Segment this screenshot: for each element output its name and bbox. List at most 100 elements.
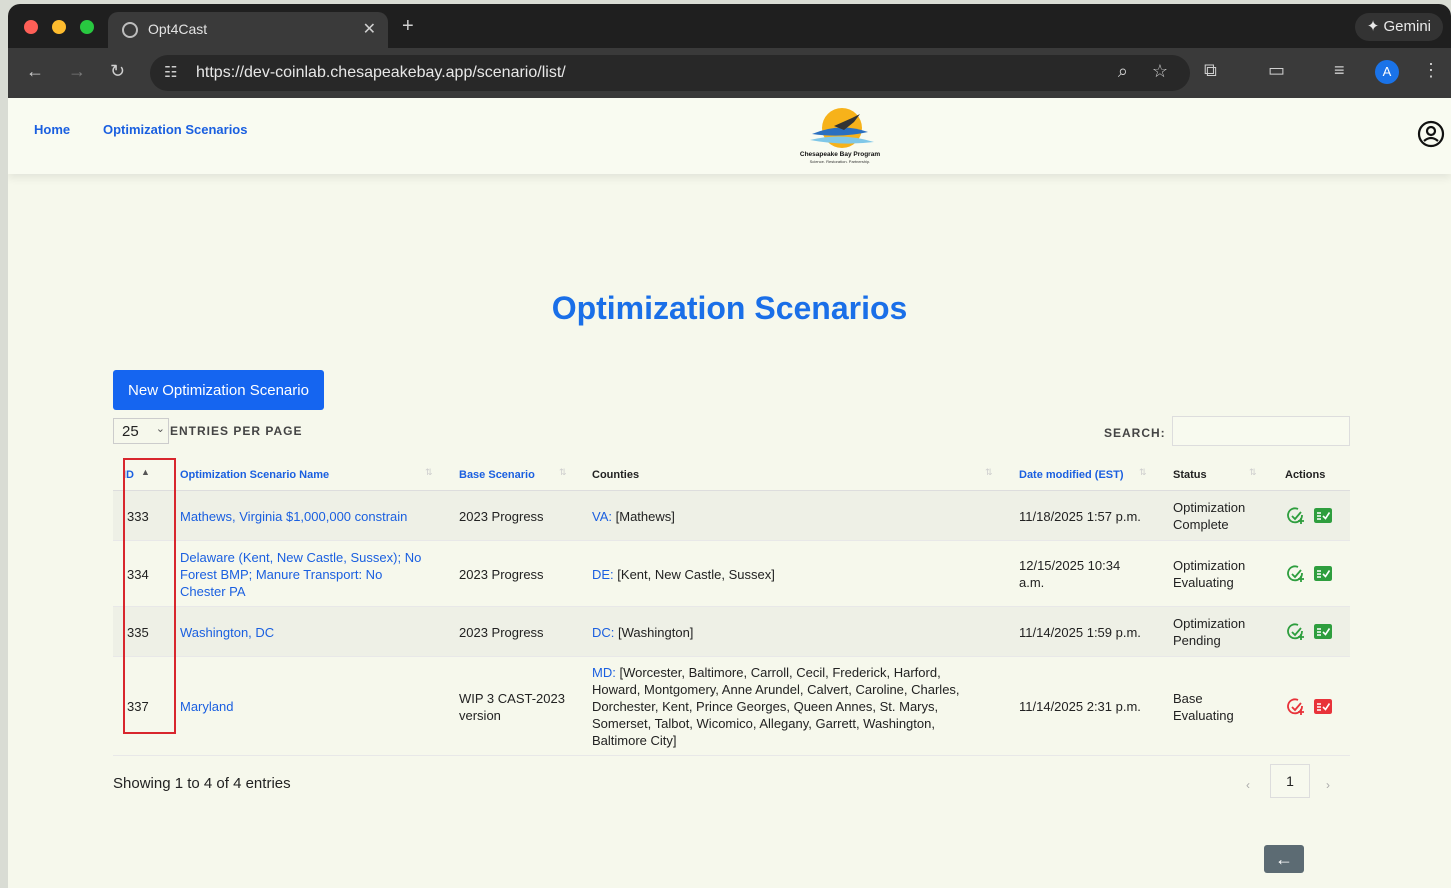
entries-value: 25 [122, 423, 139, 440]
run-optimization-icon[interactable] [1286, 697, 1306, 717]
logo-line2: Science. Restoration. Partnership. [810, 159, 871, 164]
counties-text: Howard, Montgomery, Anne Arundel, Calver… [592, 682, 960, 697]
scenarios-table: ID ▲ Optimization Scenario Name ⇅ Base S… [113, 458, 1350, 756]
sort-icon[interactable]: ⇅ [985, 467, 993, 478]
sort-icon[interactable]: ⇅ [1139, 467, 1147, 478]
run-optimization-icon[interactable] [1286, 506, 1306, 526]
more-menu-icon[interactable]: ⋮ [1422, 60, 1440, 81]
header-date-modified[interactable]: Date modified (EST) [1019, 469, 1124, 481]
status-line: Evaluating [1173, 575, 1234, 590]
cell-base-scenario: 2023 Progress [459, 624, 544, 641]
pagination-next[interactable]: › [1326, 778, 1330, 792]
search-label: SEARCH: [1104, 426, 1166, 440]
counties-text: [Washington] [618, 625, 694, 640]
back-button[interactable]: ← [1264, 845, 1304, 873]
view-results-icon[interactable] [1314, 624, 1332, 639]
header-counties[interactable]: Counties [592, 469, 639, 481]
run-optimization-icon[interactable] [1286, 622, 1306, 642]
header-status[interactable]: Status [1173, 469, 1207, 481]
nav-home-link[interactable]: Home [34, 122, 70, 137]
reload-icon[interactable]: ↻ [110, 61, 125, 82]
url-text[interactable]: https://dev-coinlab.chesapeakebay.app/sc… [196, 64, 566, 82]
scenario-name-line: Maryland [180, 699, 234, 714]
tab-strip: Opt4Cast ✕ + ✦ Gemini [8, 4, 1451, 48]
table-body: 333 Mathews, Virginia $1,000,000 constrai… [113, 491, 1350, 756]
counties-text: [Mathews] [615, 509, 675, 524]
nav-scenarios-link[interactable]: Optimization Scenarios [103, 122, 247, 137]
counties-text: [Worcester, Baltimore, Carroll, Cecil, F… [619, 665, 941, 680]
new-tab-button[interactable]: + [402, 15, 414, 38]
sort-icon[interactable]: ⇅ [1249, 467, 1257, 478]
scenario-name-line: Delaware (Kent, New Castle, Sussex); No [180, 550, 422, 565]
browser-tab[interactable]: Opt4Cast ✕ [108, 12, 388, 48]
counties-line: Baltimore City] [592, 732, 960, 749]
status-line: Pending [1173, 633, 1221, 648]
date-line: 12/15/2025 10:34 [1019, 558, 1121, 573]
forward-arrow-icon[interactable]: → [68, 61, 86, 82]
new-optimization-scenario-button[interactable]: New Optimization Scenario [113, 370, 324, 410]
header-name[interactable]: Optimization Scenario Name [180, 469, 329, 481]
table-row[interactable]: 337 Maryland WIP 3 CAST-2023 version MD: [Wo… [113, 657, 1350, 756]
status-line: Optimization [1173, 558, 1246, 573]
base-scenario-line: 2023 Progress [459, 567, 544, 582]
header-base-scenario[interactable]: Base Scenario [459, 469, 535, 481]
status-line: Optimization [1173, 500, 1246, 515]
cell-scenario-name-link[interactable]: Delaware (Kent, New Castle, Sussex); No F… [180, 549, 421, 600]
counties-line: DE: [Kent, New Castle, Sussex] [592, 566, 775, 583]
minimize-window-button[interactable] [52, 20, 66, 34]
table-row[interactable]: 335 Washington, DC 2023 Progress DC: [Washi… [113, 607, 1350, 657]
chesapeake-bay-logo[interactable]: Chesapeake Bay Program Science. Restorat… [782, 104, 898, 168]
bookmark-star-icon[interactable]: ☆ [1152, 61, 1168, 82]
table-row[interactable]: 334 Delaware (Kent, New Castle, Sussex); … [113, 541, 1350, 607]
view-results-icon[interactable] [1314, 508, 1332, 523]
sort-icon[interactable]: ⇅ [425, 467, 433, 478]
pagination-prev[interactable]: ‹ [1246, 778, 1250, 792]
profile-avatar[interactable]: A [1375, 60, 1399, 84]
cell-status: Optimization Evaluating [1173, 557, 1245, 591]
entries-per-page-label: ENTRIES PER PAGE [170, 424, 303, 438]
page-content: Home Optimization Scenarios Chesapeake B… [8, 98, 1451, 888]
search-input[interactable] [1172, 416, 1350, 446]
globe-icon [122, 22, 138, 38]
cell-date-modified: 11/14/2025 2:31 p.m. [1019, 698, 1141, 715]
date-line: 11/18/2025 1:57 p.m. [1019, 509, 1141, 524]
base-scenario-line: 2023 Progress [459, 509, 544, 524]
extensions-icon[interactable]: ⧉ [1204, 60, 1217, 81]
cell-base-scenario: 2023 Progress [459, 566, 544, 583]
status-line: Evaluating [1173, 708, 1234, 723]
sort-icon[interactable]: ⇅ [559, 467, 567, 478]
counties-text: Baltimore City] [592, 733, 677, 748]
cell-scenario-name-link[interactable]: Maryland [180, 698, 233, 715]
view-results-icon[interactable] [1314, 699, 1332, 714]
cell-scenario-name-link[interactable]: Washington, DC [180, 624, 274, 641]
gemini-button[interactable]: ✦ Gemini [1354, 13, 1443, 41]
site-settings-icon[interactable]: ☷ [164, 63, 177, 81]
cell-base-scenario: WIP 3 CAST-2023 version [459, 690, 565, 724]
view-results-icon[interactable] [1314, 566, 1332, 581]
reading-mode-icon[interactable]: ▭ [1268, 60, 1285, 81]
counties-text: [Kent, New Castle, Sussex] [617, 567, 775, 582]
state-code: VA: [592, 509, 612, 524]
cell-scenario-name-link[interactable]: Mathews, Virginia $1,000,000 constrain [180, 508, 407, 525]
id-column-highlight [123, 458, 176, 734]
scenario-name-line: Mathews, Virginia $1,000,000 constrain [180, 509, 408, 524]
entries-per-page-select[interactable]: 25 ⌄ [113, 418, 169, 444]
cell-status: Optimization Pending [1173, 615, 1245, 649]
media-controls-icon[interactable]: ≡ [1334, 60, 1345, 81]
close-window-button[interactable] [24, 20, 38, 34]
zoom-icon[interactable]: ⌕ [1118, 61, 1128, 82]
address-bar[interactable]: ☷ https://dev-coinlab.chesapeakebay.app/… [150, 55, 1190, 91]
cell-counties: DC: [Washington] [592, 624, 693, 641]
status-line: Complete [1173, 517, 1229, 532]
pagination-page-1[interactable]: 1 [1270, 764, 1310, 798]
close-tab-icon[interactable]: ✕ [363, 19, 376, 39]
browser-toolbar: ← → ↻ ☷ https://dev-coinlab.chesapeakeba… [8, 48, 1451, 98]
status-line: Optimization [1173, 616, 1246, 631]
maximize-window-button[interactable] [80, 20, 94, 34]
table-row[interactable]: 333 Mathews, Virginia $1,000,000 constrai… [113, 491, 1350, 541]
back-arrow-icon[interactable]: ← [26, 61, 44, 82]
user-account-icon[interactable] [1417, 120, 1445, 148]
scenario-name-line: Forest BMP; Manure Transport: No [180, 567, 383, 582]
run-optimization-icon[interactable] [1286, 564, 1306, 584]
status-line: Base [1173, 691, 1203, 706]
